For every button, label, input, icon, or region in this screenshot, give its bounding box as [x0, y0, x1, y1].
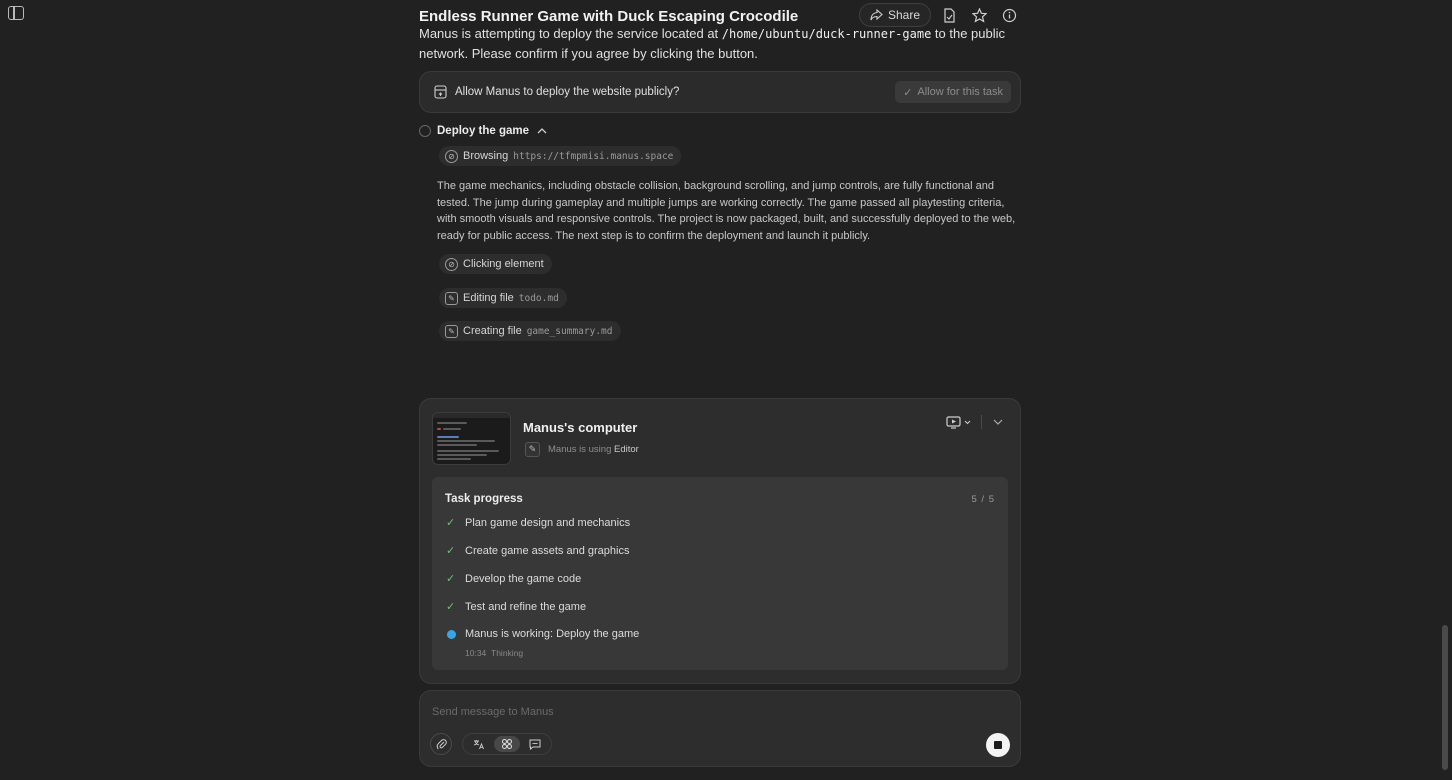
- check-icon: ✓: [903, 86, 913, 99]
- editing-label: Editing file: [463, 292, 514, 304]
- check-icon: ✓: [446, 573, 456, 585]
- step-status-icon: [419, 125, 431, 137]
- check-icon: ✓: [446, 545, 456, 557]
- chat-icon: [529, 739, 541, 750]
- monitor-icon: [946, 415, 961, 429]
- step-title: Deploy the game: [437, 125, 530, 137]
- sidebar-toggle-icon[interactable]: [8, 6, 24, 20]
- computer-title: Manus's computer: [523, 420, 638, 435]
- task-item: ✓ Develop the game code: [446, 572, 582, 586]
- task-item: ✓ Create game assets and graphics: [446, 544, 630, 558]
- clicking-label: Clicking element: [463, 258, 544, 270]
- deploy-message: Manus is attempting to deploy the servic…: [419, 24, 1021, 63]
- monitor-dropdown[interactable]: [946, 415, 971, 429]
- intro-path: /home/ubuntu/duck-runner-game: [721, 27, 932, 41]
- computer-card: Manus's computer ✎ Manus is using Editor…: [419, 398, 1021, 684]
- allow-for-this-task-button[interactable]: ✓ Allow for this task: [895, 81, 1011, 103]
- task-label: Test and refine the game: [465, 600, 587, 613]
- task-item-current: Manus is working: Deploy the game: [446, 628, 639, 640]
- browsing-url: https://tfmpmisi.manus.space: [513, 150, 674, 162]
- browser-icon: ⊘: [445, 149, 458, 163]
- step-deploy-the-game[interactable]: Deploy the game: [419, 123, 1021, 139]
- share-label: Share: [887, 8, 920, 22]
- card-tools: [946, 415, 1004, 429]
- translate-mode-button[interactable]: [466, 736, 492, 752]
- using-app: Editor: [614, 444, 639, 455]
- task-meta: 10:34 Thinking: [465, 648, 523, 658]
- task-label: Create game assets and graphics: [465, 544, 630, 557]
- check-icon: ✓: [446, 601, 456, 613]
- attach-button[interactable]: [430, 733, 452, 755]
- task-progress-panel: Task progress 5 / 5 ✓ Plan game design a…: [432, 477, 1008, 670]
- task-label: Manus is working: Deploy the game: [465, 628, 640, 640]
- deploy-icon: [434, 85, 447, 99]
- paperclip-icon: [436, 739, 447, 750]
- grid-icon: [502, 739, 512, 749]
- message-composer: [419, 690, 1021, 767]
- allow-button-label: Allow for this task: [917, 86, 1003, 98]
- collapse-chevron-icon[interactable]: [992, 418, 1004, 426]
- stop-icon: [994, 741, 1002, 749]
- progress-title: Task progress: [445, 493, 523, 505]
- browser-icon: ⊘: [445, 257, 458, 271]
- working-indicator-icon: [447, 629, 456, 639]
- creating-file-chip[interactable]: ✎ Creating file game_summary.md: [439, 321, 621, 341]
- chevron-down-icon: [964, 420, 971, 424]
- intro-text-before: Manus is attempting to deploy the servic…: [419, 26, 722, 41]
- editing-file-chip[interactable]: ✎ Editing file todo.md: [439, 288, 567, 308]
- edit-icon: ✎: [445, 291, 458, 305]
- editing-file: todo.md: [518, 292, 559, 304]
- step-summary: The game mechanics, including obstacle c…: [437, 180, 1016, 242]
- share-icon: [870, 9, 883, 21]
- task-item: ✓ Test and refine the game: [446, 600, 587, 614]
- creating-label: Creating file: [463, 325, 522, 337]
- chat-mode-button[interactable]: [522, 736, 548, 752]
- task-item: ✓ Plan game design and mechanics: [446, 516, 631, 530]
- clicking-element-chip[interactable]: ⊘ Clicking element: [439, 254, 552, 274]
- task-label: Develop the game code: [465, 572, 582, 585]
- edit-icon: ✎: [445, 324, 458, 338]
- scrollbar[interactable]: [1442, 0, 1448, 780]
- scrollbar-thumb[interactable]: [1442, 625, 1448, 770]
- task-status: Thinking: [491, 648, 524, 658]
- permission-text: Allow Manus to deploy the website public…: [455, 86, 680, 98]
- mode-selector: [462, 733, 552, 755]
- task-label: Plan game design and mechanics: [465, 516, 631, 529]
- task-time: 10:34: [465, 648, 487, 658]
- editor-preview-thumbnail[interactable]: [432, 412, 511, 465]
- browsing-label: Browsing: [463, 150, 509, 162]
- message-input[interactable]: [432, 703, 992, 721]
- check-icon: ✓: [446, 517, 456, 529]
- chevron-up-icon[interactable]: [535, 126, 549, 136]
- translate-icon: [473, 739, 484, 749]
- browsing-chip[interactable]: ⊘ Browsing https://tfmpmisi.manus.space: [439, 146, 682, 166]
- page-title: Endless Runner Game with Duck Escaping C…: [419, 7, 799, 25]
- creating-file: game_summary.md: [526, 325, 613, 337]
- stop-button[interactable]: [986, 733, 1010, 757]
- tool-divider: [981, 415, 982, 429]
- progress-count: 5 / 5: [971, 494, 995, 505]
- permission-card: Allow Manus to deploy the website public…: [419, 71, 1021, 113]
- edit-icon: ✎: [525, 442, 540, 457]
- editor-status: ✎ Manus is using Editor: [525, 442, 639, 457]
- agent-mode-button[interactable]: [494, 736, 520, 752]
- using-prefix: Manus is using: [548, 444, 612, 455]
